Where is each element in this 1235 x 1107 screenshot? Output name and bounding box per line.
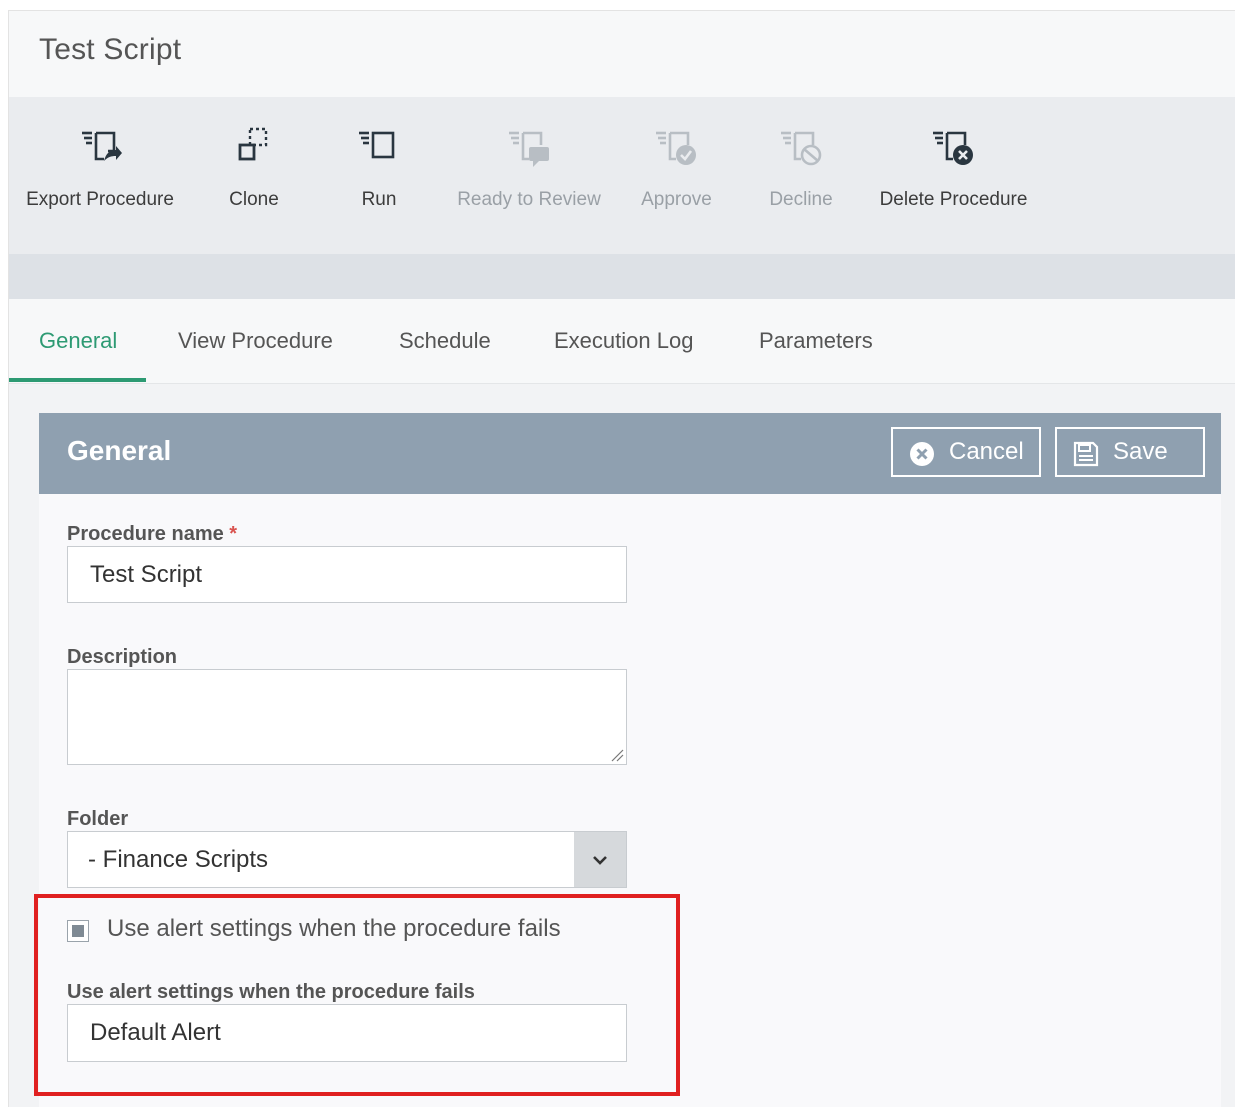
chevron-down-icon	[593, 856, 607, 865]
folder-label: Folder	[67, 808, 129, 830]
procedure-name-label-text: Procedure name	[67, 523, 224, 545]
procedure-name-label: Procedure name *	[67, 523, 237, 546]
ready-to-review-label: Ready to Review	[457, 189, 601, 210]
procedure-name-value: Test Script	[90, 561, 203, 588]
ready-to-review-icon	[507, 125, 551, 169]
decline-icon	[779, 125, 823, 169]
folder-select[interactable]: - Finance Scripts	[67, 831, 627, 888]
resize-handle-icon[interactable]	[610, 748, 624, 762]
run-icon	[357, 125, 401, 169]
toolbar-divider-strip	[9, 254, 1235, 299]
approve-icon	[654, 125, 698, 169]
highlight-box	[34, 894, 680, 1096]
decline-button[interactable]: Decline	[761, 97, 841, 237]
decline-label: Decline	[769, 189, 833, 210]
run-button[interactable]: Run	[339, 97, 419, 237]
folder-value: - Finance Scripts	[88, 846, 269, 873]
panel-header: General Cancel Save	[39, 413, 1221, 494]
save-icon	[1073, 441, 1099, 467]
cancel-button[interactable]: Cancel	[891, 427, 1041, 477]
export-procedure-icon	[78, 125, 122, 169]
delete-procedure-button[interactable]: Delete Procedure	[871, 97, 1036, 237]
save-label: Save	[1113, 438, 1168, 465]
clone-icon	[232, 125, 276, 169]
delete-procedure-icon	[931, 125, 975, 169]
clone-button[interactable]: Clone	[214, 97, 294, 237]
clone-label: Clone	[229, 189, 279, 210]
tab-bar: General View Procedure Schedule Executio…	[9, 299, 1235, 384]
approve-button[interactable]: Approve	[634, 97, 719, 237]
toolbar: Export Procedure Clone Run Ready to Revi…	[9, 97, 1235, 254]
procedure-name-input[interactable]: Test Script	[67, 546, 627, 603]
title-bar: Test Script	[9, 11, 1235, 97]
tab-view-procedure[interactable]: View Procedure	[178, 299, 333, 383]
description-textarea[interactable]	[67, 669, 627, 765]
tab-parameters[interactable]: Parameters	[759, 299, 873, 383]
page-title: Test Script	[39, 33, 182, 66]
tab-execution-log[interactable]: Execution Log	[554, 299, 693, 383]
delete-procedure-label: Delete Procedure	[879, 189, 1028, 210]
save-button[interactable]: Save	[1055, 427, 1205, 477]
approve-label: Approve	[641, 189, 712, 210]
panel-title: General	[67, 435, 172, 466]
export-procedure-label: Export Procedure	[26, 189, 174, 210]
ready-to-review-button[interactable]: Ready to Review	[449, 97, 609, 237]
folder-dropdown-toggle[interactable]	[574, 832, 626, 887]
run-label: Run	[361, 189, 397, 210]
description-label: Description	[67, 646, 178, 668]
tab-schedule[interactable]: Schedule	[399, 299, 491, 383]
active-tab-indicator	[9, 378, 146, 382]
export-procedure-button[interactable]: Export Procedure	[15, 97, 185, 237]
cancel-label: Cancel	[949, 438, 1024, 465]
tab-general[interactable]: General	[39, 299, 117, 383]
required-mark: *	[229, 523, 238, 545]
cancel-icon	[909, 441, 935, 467]
